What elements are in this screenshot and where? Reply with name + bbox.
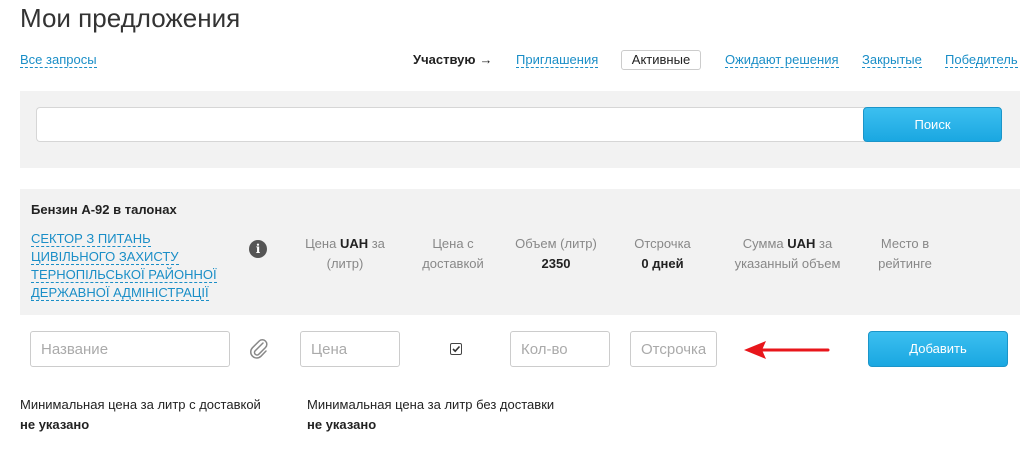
- deferral-value: 0 дней: [641, 256, 684, 271]
- participating-label: Участвую →: [413, 52, 493, 67]
- search-button[interactable]: Поиск: [863, 107, 1002, 142]
- checkmark-icon: [452, 345, 461, 353]
- price-input[interactable]: [300, 331, 400, 367]
- organization-link-text[interactable]: СЕКТОР З ПИТАНЬ ЦИВІЛЬНОГО ЗАХИСТУ ТЕРНО…: [31, 231, 217, 301]
- deferral-column: Отсрочка 0 дней: [634, 236, 691, 271]
- info-icon[interactable]: i: [249, 240, 267, 258]
- organization-link[interactable]: СЕКТОР З ПИТАНЬ ЦИВІЛЬНОГО ЗАХИСТУ ТЕРНО…: [31, 230, 231, 302]
- min-price-with-delivery: Минимальная цена за литр с доставкой не …: [20, 397, 261, 432]
- red-arrow-icon: [744, 341, 830, 359]
- price-delivery-column-header: Цена с доставкой: [422, 236, 484, 271]
- name-input[interactable]: [30, 331, 230, 367]
- min-price-without-delivery: Минимальная цена за литр без доставки не…: [307, 397, 555, 432]
- delivery-checkbox[interactable]: [450, 343, 462, 355]
- search-input[interactable]: [36, 107, 866, 142]
- offer-panel: Бензин А-92 в талонах СЕКТОР З ПИТАНЬ ЦИ…: [20, 189, 1020, 315]
- arrow-right-icon: →: [479, 52, 493, 67]
- tab-closed[interactable]: Закрытые: [862, 52, 922, 68]
- min-price-with-delivery-value: не указано: [20, 417, 90, 432]
- page-title: Мои предложения: [20, 3, 241, 33]
- deferral-input[interactable]: [630, 331, 717, 367]
- paperclip-icon[interactable]: [249, 338, 269, 360]
- min-price-without-delivery-value: не указано: [307, 417, 377, 432]
- tab-active[interactable]: Активные: [621, 50, 701, 70]
- tab-winners[interactable]: Победитель: [945, 52, 1018, 68]
- rating-column-header: Место в рейтинге: [878, 236, 932, 271]
- add-button[interactable]: Добавить: [868, 331, 1008, 367]
- price-column-header: Цена UAH за (литр): [305, 236, 385, 271]
- tab-pending[interactable]: Ожидают решения: [725, 52, 839, 68]
- tab-invites[interactable]: Приглашения: [516, 52, 599, 68]
- product-title: Бензин А-92 в талонах: [31, 202, 177, 217]
- all-requests-link[interactable]: Все запросы: [20, 52, 97, 68]
- volume-value: 2350: [541, 256, 571, 271]
- quantity-input[interactable]: [510, 331, 610, 367]
- filter-nav: Все запросы Участвую → Приглашения Активн…: [0, 50, 1030, 70]
- sum-column-header: Сумма UAH за указанный объем: [734, 236, 841, 271]
- volume-column: Объем (литр) 2350: [515, 236, 597, 271]
- search-panel: Поиск: [20, 91, 1020, 168]
